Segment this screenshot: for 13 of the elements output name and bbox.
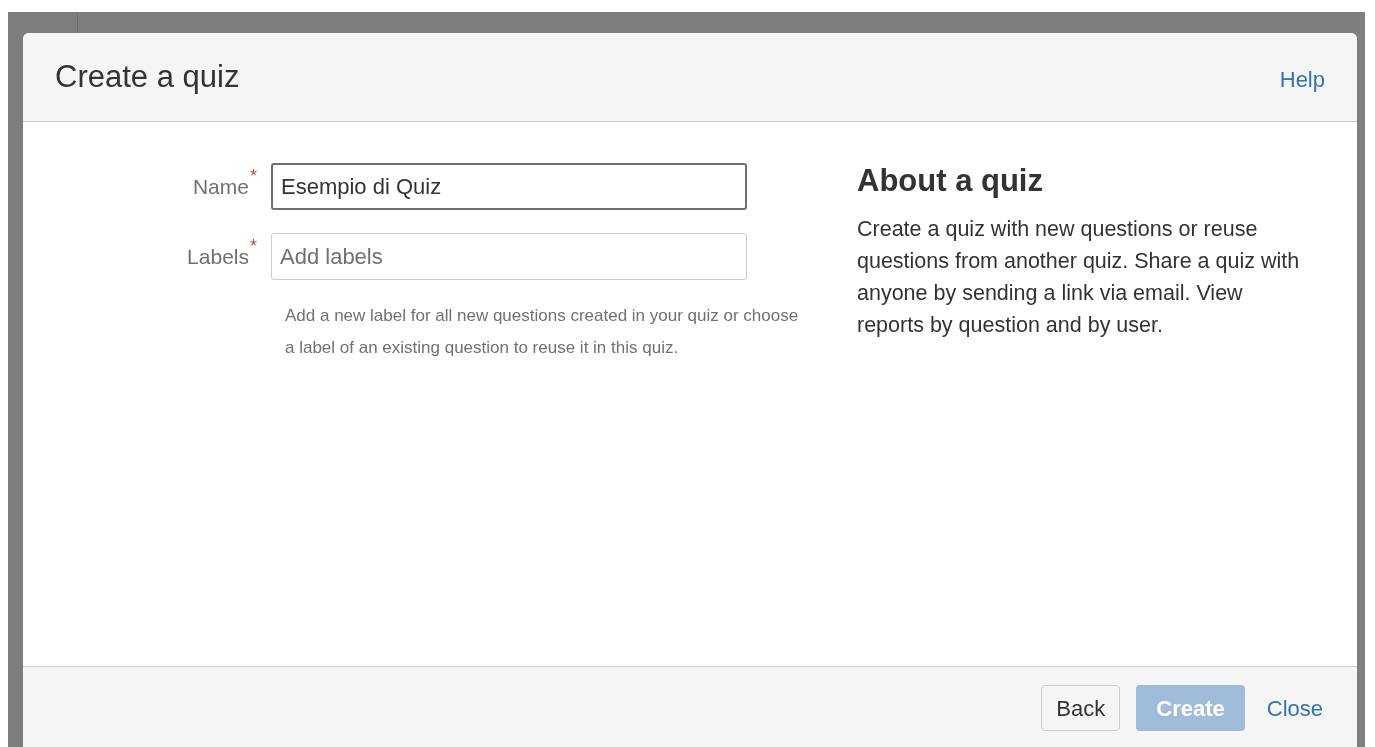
input-field[interactable]: Esempio di Quiz (271, 163, 747, 210)
close-link[interactable]: Close (1260, 685, 1329, 731)
dialog-title: Create a quiz (55, 57, 240, 96)
required-mark: * (250, 234, 257, 258)
required-mark: * (250, 164, 257, 188)
help-link[interactable]: Help (1279, 62, 1325, 96)
about-text: Create a quiz with new questions or reuse questions from another quiz. Share a quiz with anyone by sending a link via email. View reports by question and by user. (857, 216, 1301, 339)
back-button[interactable]: Back (1041, 685, 1121, 731)
field-label: Name (192, 173, 249, 200)
field-label: Labels (187, 243, 249, 270)
about-heading: About a quiz (857, 162, 1044, 200)
hint-text: Add a new label for all new questions created in your quiz or choose a label of an existing question to reuse it in this quiz. (285, 305, 800, 359)
input-field[interactable]: Add labels (271, 233, 747, 280)
